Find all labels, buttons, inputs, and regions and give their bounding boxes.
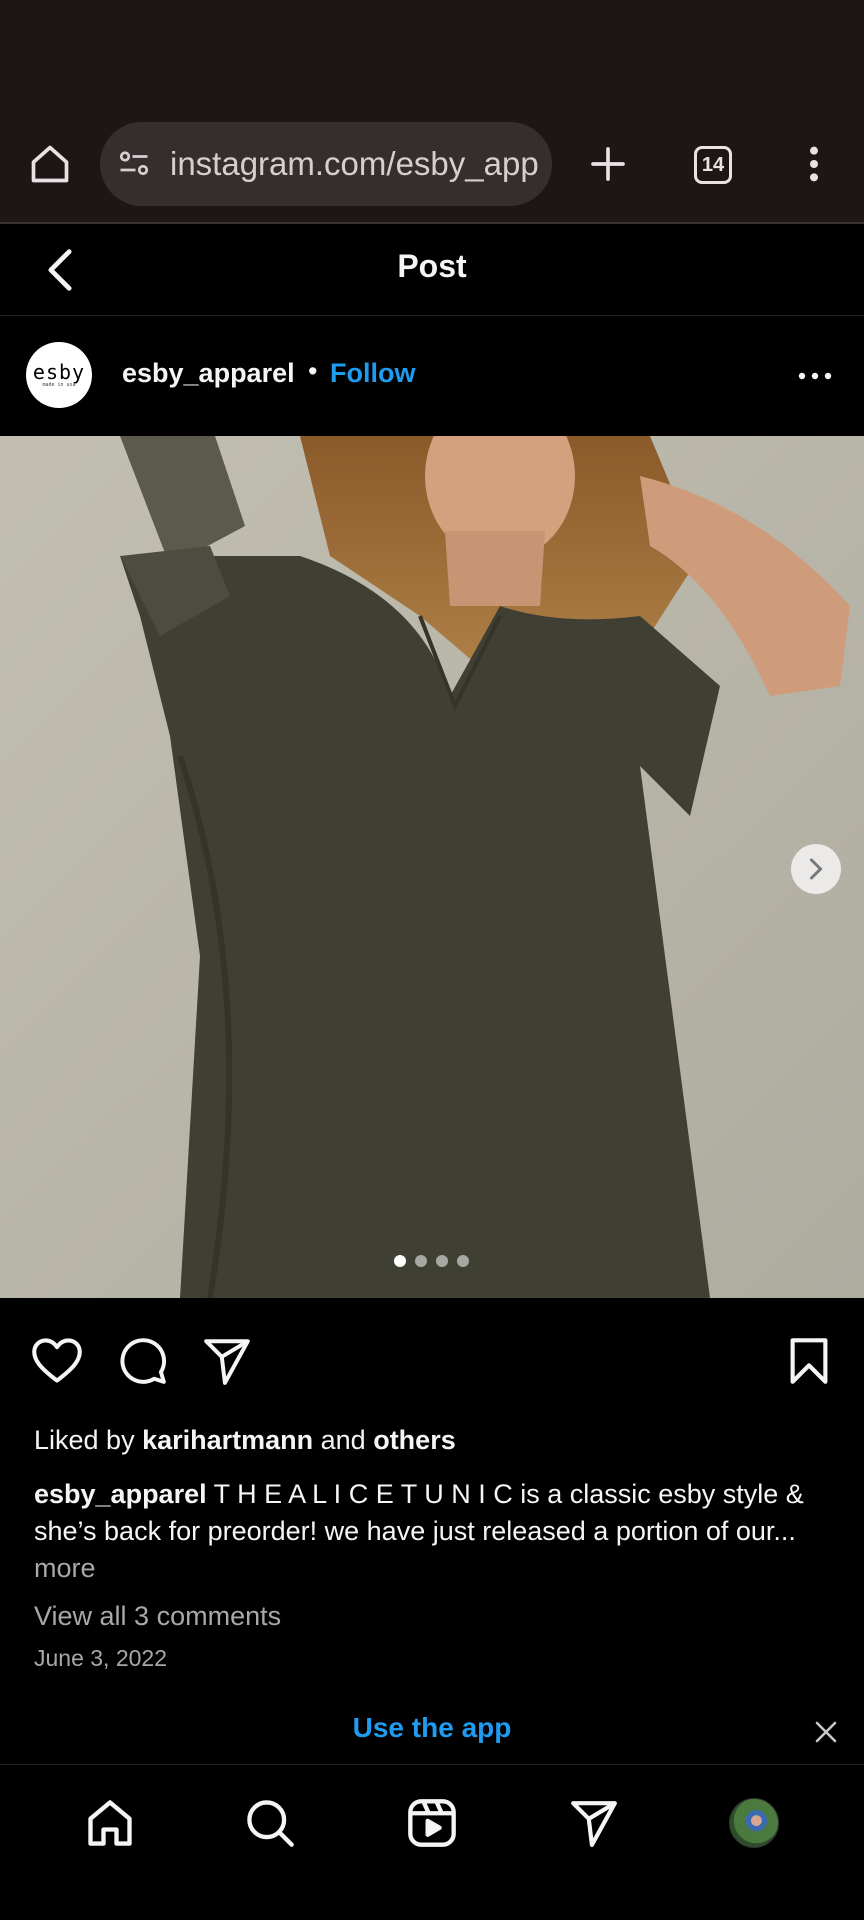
browser-home-button[interactable]: [18, 132, 82, 196]
post-image[interactable]: [0, 436, 864, 1298]
search-icon: [247, 1800, 294, 1847]
author-avatar[interactable]: esby made in usa: [26, 342, 92, 408]
comment-icon: [120, 1338, 167, 1384]
post-photo-illustration: [0, 436, 864, 1298]
nav-profile[interactable]: [722, 1791, 786, 1855]
nav-search[interactable]: [238, 1791, 302, 1855]
author-username[interactable]: esby_apparel: [122, 358, 295, 389]
use-app-link[interactable]: Use the app: [0, 1712, 864, 1744]
overflow-menu-button[interactable]: [782, 132, 846, 196]
caption-username[interactable]: esby_apparel: [34, 1479, 207, 1509]
like-button[interactable]: [30, 1334, 84, 1388]
page-title: Post: [397, 248, 467, 284]
new-tab-button[interactable]: [576, 132, 640, 196]
liked-prefix: Liked by: [34, 1425, 143, 1455]
use-app-banner: Use the app: [0, 1700, 864, 1764]
new-tab-icon: [591, 147, 625, 181]
direct-icon: [571, 1801, 617, 1847]
post-author-row: esby made in usa esby_apparel • Follow: [0, 316, 864, 436]
post-caption: esby_apparel T H E A L I C E T U N I C i…: [34, 1476, 834, 1587]
reels-icon: [408, 1799, 456, 1847]
share-icon: [204, 1339, 250, 1385]
nav-home[interactable]: [78, 1791, 142, 1855]
profile-avatar: [729, 1798, 779, 1848]
post-options-button[interactable]: [790, 356, 840, 396]
carousel-dot: [436, 1255, 448, 1267]
comment-button[interactable]: [116, 1334, 170, 1388]
liked-middle: and: [313, 1425, 374, 1455]
address-bar[interactable]: instagram.com/esby_apparel: [100, 122, 552, 206]
site-settings-icon: [119, 151, 149, 176]
share-button[interactable]: [200, 1334, 254, 1388]
liked-others-link[interactable]: others: [373, 1425, 456, 1455]
close-banner-button[interactable]: [808, 1714, 844, 1750]
more-icon: [798, 372, 832, 380]
url-text: instagram.com/esby_apparel: [170, 145, 540, 182]
heart-icon: [32, 1338, 82, 1383]
post-actions: [0, 1298, 864, 1428]
likes-summary: Liked by karihartmann and others: [34, 1422, 456, 1459]
follow-button[interactable]: Follow: [330, 358, 415, 389]
carousel-dot: [415, 1255, 427, 1267]
view-comments-link[interactable]: View all 3 comments: [34, 1598, 281, 1635]
caption-more-link[interactable]: more: [34, 1553, 96, 1583]
home-icon: [88, 1800, 132, 1846]
carousel-dot: [457, 1255, 469, 1267]
home-icon: [31, 145, 69, 183]
browser-toolbar: instagram.com/esby_apparel 14: [0, 110, 864, 224]
liked-user-link[interactable]: karihartmann: [142, 1425, 313, 1455]
post-date: June 3, 2022: [34, 1645, 168, 1671]
tabs-icon[interactable]: 14: [694, 146, 732, 184]
separator-dot: •: [308, 356, 318, 386]
close-icon: [815, 1721, 837, 1743]
nav-reels[interactable]: [400, 1791, 464, 1855]
overflow-menu-icon: [810, 146, 818, 182]
save-button[interactable]: [782, 1334, 836, 1388]
carousel-dot: [394, 1255, 406, 1267]
carousel-next-icon: [810, 858, 823, 880]
bottom-navigation: [0, 1764, 864, 1920]
avatar-logo-text: esby: [32, 360, 86, 384]
bookmark-icon: [790, 1338, 828, 1384]
avatar-logo-subtext: made in usa: [42, 382, 76, 388]
status-bar: [0, 0, 864, 110]
carousel-indicator: [394, 1255, 469, 1267]
carousel-next-button[interactable]: [791, 844, 841, 894]
page-header: Post: [0, 224, 864, 316]
nav-direct[interactable]: [562, 1791, 626, 1855]
